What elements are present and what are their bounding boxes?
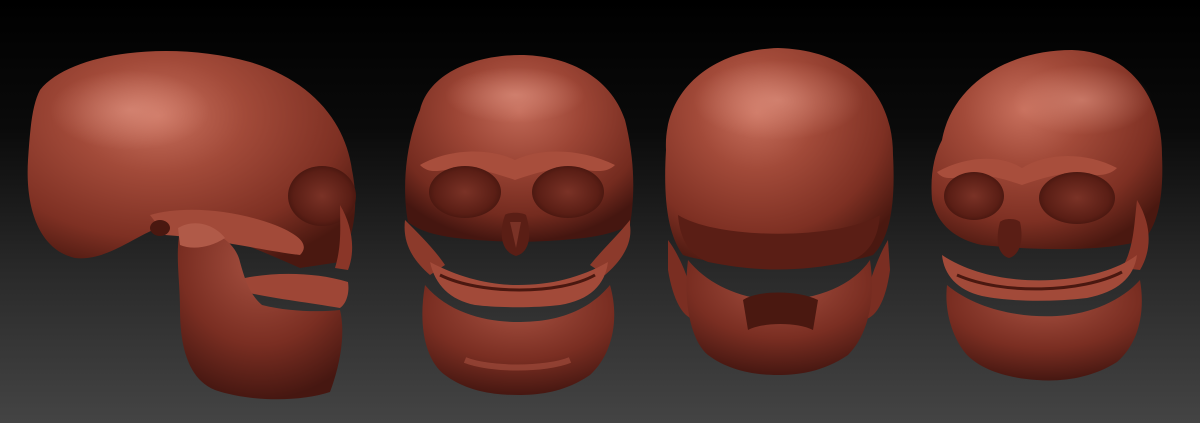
skull-side-view <box>0 0 380 423</box>
skull-back-view <box>648 0 908 423</box>
skull-three-quarter-view <box>912 0 1182 423</box>
viewport-canvas <box>0 0 1200 423</box>
skull-front-view <box>390 0 645 423</box>
